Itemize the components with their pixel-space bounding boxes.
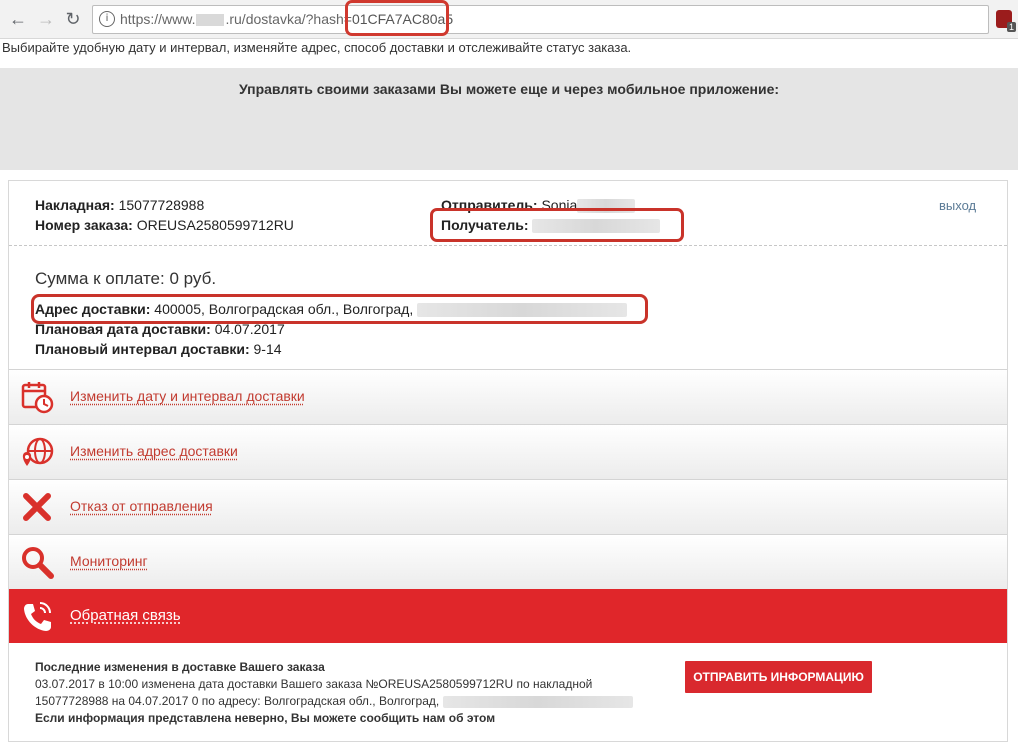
extension-shield-icon[interactable]: 1 [996, 10, 1016, 32]
recipient-highlight-box [430, 208, 684, 242]
action-change-date[interactable]: Изменить дату и интервал доставки [9, 369, 1007, 424]
action-feedback[interactable]: Обратная связь [9, 589, 1007, 643]
changes-footer: Если информация представлена неверно, Вы… [35, 711, 496, 725]
blurred-host [196, 14, 225, 27]
hash-highlight-box [345, 0, 449, 36]
waybill-row: Накладная: 15077728988 [35, 197, 205, 213]
logout-link[interactable]: выход [939, 198, 976, 213]
reload-icon[interactable]: ↻ [63, 9, 83, 29]
action-change-address[interactable]: Изменить адрес доставки [9, 424, 1007, 479]
action-label[interactable]: Изменить адрес доставки [70, 443, 238, 459]
browser-toolbar: ← → ↻ i https://www. .ru/dostavka/?hash=0… [0, 0, 1018, 39]
interval-row: Плановый интервал доставки: 9-14 [35, 341, 282, 357]
action-label[interactable]: Отказ от отправления [70, 498, 213, 514]
recent-changes: Последние изменения в доставке Вашего за… [35, 659, 633, 727]
payment-sum: Сумма к оплате: 0 руб. [35, 269, 217, 288]
globe-pin-icon [22, 437, 54, 466]
intro-text: Выбирайте удобную дату и интервал, измен… [2, 40, 632, 55]
send-info-button[interactable]: ОТПРАВИТЬ ИНФОРМАЦИЮ [685, 661, 872, 693]
back-icon[interactable]: ← [8, 9, 28, 29]
action-cancel-shipment[interactable]: Отказ от отправления [9, 479, 1007, 534]
changes-title: Последние изменения в доставке Вашего за… [35, 660, 325, 674]
app-banner: Управлять своими заказами Вы можете еще … [0, 68, 1018, 170]
address-bar[interactable]: i https://www. .ru/dostavka/?hash=01CFA7A… [92, 5, 989, 34]
action-label[interactable]: Обратная связь [70, 607, 181, 624]
changes-line: 03.07.2017 в 10:00 изменена дата доставк… [35, 677, 593, 691]
calendar-clock-icon [21, 382, 54, 414]
forward-icon[interactable]: → [36, 9, 56, 29]
phone-icon [24, 602, 51, 631]
banner-text: Управлять своими заказами Вы можете еще … [238, 81, 780, 97]
magnifier-icon [22, 547, 54, 579]
dashed-divider [9, 245, 1007, 246]
changes-line: 15077728988 на 04.07.2017 0 по адресу: В… [35, 693, 633, 710]
blurred-address [442, 695, 633, 708]
action-label[interactable]: Мониторинг [70, 553, 148, 569]
address-highlight-box [31, 294, 648, 324]
order-number-row: Номер заказа: OREUSA2580599712RU [35, 217, 294, 233]
cross-icon [23, 493, 51, 521]
action-monitoring[interactable]: Мониторинг [9, 534, 1007, 589]
order-card: Накладная: 15077728988 Номер заказа: ORE… [8, 180, 1008, 742]
action-label[interactable]: Изменить дату и интервал доставки [70, 388, 305, 404]
info-icon[interactable]: i [99, 11, 115, 27]
date-row: Плановая дата доставки: 04.07.2017 [35, 321, 285, 337]
